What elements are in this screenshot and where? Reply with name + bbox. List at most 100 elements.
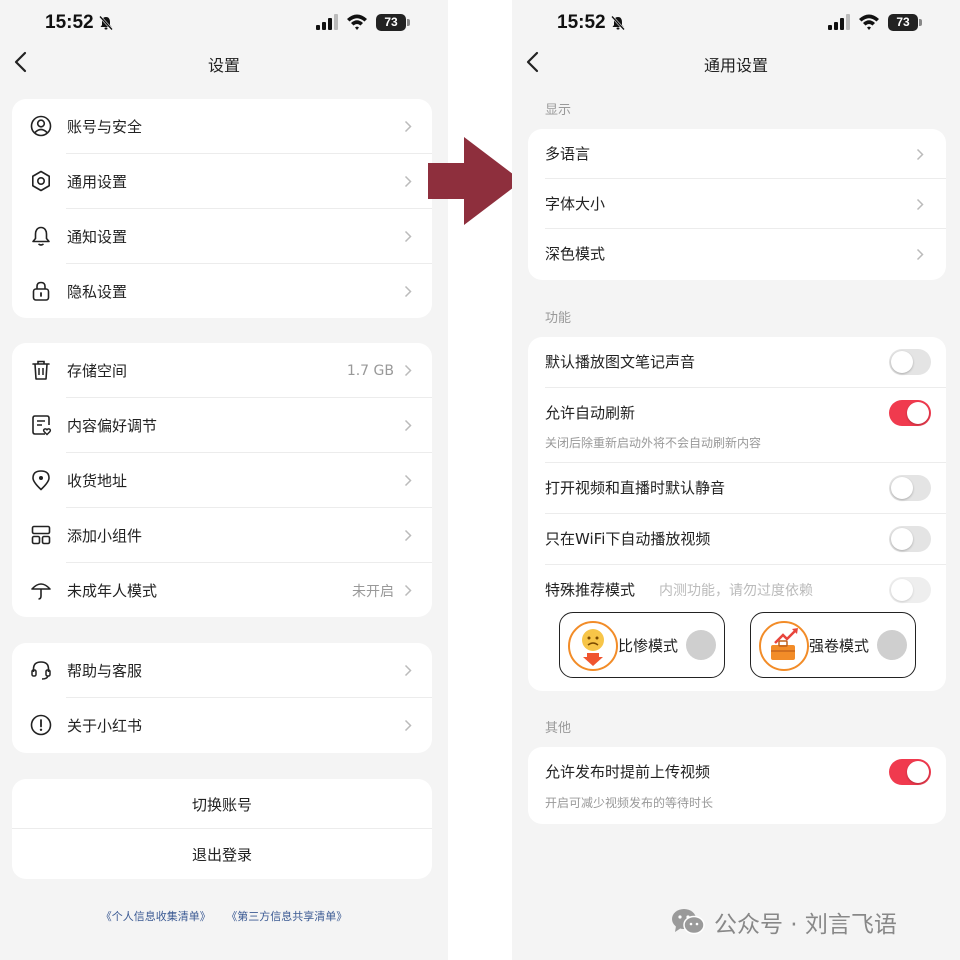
settings-item-label: 添加小组件 — [67, 527, 143, 545]
watermark-text: 公众号 · 刘言飞语 — [714, 912, 897, 938]
display-settings-card: 多语言 字体大小 深色模式 — [528, 129, 946, 280]
auto-refresh-toggle[interactable] — [889, 400, 931, 426]
special-recommend-hint: 内测功能，请勿过度依赖 — [659, 583, 813, 599]
misery-mode-option[interactable]: 比惨模式 — [559, 612, 725, 678]
chevron-right-icon — [404, 664, 412, 677]
settings-item-label: 打开视频和直播时默认静音 — [545, 479, 726, 497]
settings-item-privacy[interactable]: 隐私设置 — [12, 264, 432, 318]
settings-item-help[interactable]: 帮助与客服 — [12, 643, 432, 698]
chevron-right-icon — [404, 120, 412, 133]
bell-mute-icon — [99, 15, 113, 31]
grind-mode-radio[interactable] — [877, 630, 907, 660]
switch-account-button[interactable]: 切换账号 — [12, 779, 432, 829]
chevron-right-icon — [916, 148, 924, 161]
briefcase-up-arrow-icon — [759, 621, 809, 671]
storage-size-value: 1.7 GB — [346, 362, 394, 379]
status-time: 15:52 — [557, 12, 606, 33]
note-sound-toggle[interactable] — [889, 349, 931, 375]
settings-item-label: 通知设置 — [67, 228, 128, 246]
preupload-video-toggle[interactable] — [889, 759, 931, 785]
section-title-function: 功能 — [545, 311, 572, 326]
battery-indicator: 73 — [888, 14, 922, 31]
page-title: 设置 — [207, 56, 240, 75]
chevron-right-icon — [916, 248, 924, 261]
personal-info-list-link[interactable]: 《个人信息收集清单》 — [101, 910, 211, 923]
settings-item-label: 通用设置 — [67, 173, 128, 191]
status-bar: 15:52 73 — [0, 10, 448, 38]
settings-item-label: 隐私设置 — [67, 283, 128, 301]
settings-item-label: 允许发布时提前上传视频 — [545, 763, 711, 781]
wifi-icon — [859, 14, 879, 30]
gear-icon — [31, 170, 50, 192]
settings-item-dark-mode[interactable]: 深色模式 — [528, 229, 946, 279]
preupload-description: 开启可减少视频发布的等待时长 — [545, 796, 714, 810]
user-circle-icon — [30, 115, 52, 137]
settings-item-about[interactable]: 关于小红书 — [12, 698, 432, 753]
settings-item-shipping-address[interactable]: 收货地址 — [12, 453, 432, 508]
help-card: 帮助与客服 关于小红书 — [12, 643, 432, 753]
chevron-right-icon — [404, 719, 412, 732]
auto-refresh-description: 关闭后除重新启动外将不会自动刷新内容 — [545, 436, 762, 450]
settings-item-label: 关于小红书 — [67, 717, 143, 735]
widget-grid-icon — [31, 525, 51, 545]
settings-item-label: 深色模式 — [545, 245, 606, 263]
settings-item-label: 存储空间 — [67, 362, 128, 380]
grind-mode-option[interactable]: 强卷模式 — [750, 612, 916, 678]
third-party-sharing-list-link[interactable]: 《第三方信息共享清单》 — [226, 910, 347, 923]
settings-item-label: 内容偏好调节 — [67, 417, 158, 435]
special-recommend-toggle[interactable] — [889, 577, 931, 603]
settings-item-general[interactable]: 通用设置 — [12, 154, 432, 209]
sad-face-down-arrow-icon — [568, 621, 618, 671]
bell-mute-icon — [611, 15, 625, 31]
settings-item-label: 默认播放图文笔记声音 — [545, 353, 696, 371]
settings-item-language[interactable]: 多语言 — [528, 129, 946, 179]
settings-item-notifications[interactable]: 通知设置 — [12, 209, 432, 264]
status-time: 15:52 — [45, 12, 94, 33]
settings-item-add-widget[interactable]: 添加小组件 — [12, 508, 432, 563]
settings-screen: 15:52 73 设置 账号与安全 通用设置 通知设置 隐私设置 存储空间 1.… — [0, 0, 448, 960]
signal-icon — [828, 14, 850, 30]
settings-item-auto-refresh: 允许自动刷新 关闭后除重新启动外将不会自动刷新内容 — [528, 388, 946, 463]
arrow-right-icon — [428, 137, 522, 225]
battery-indicator: 73 — [376, 14, 410, 31]
settings-item-account-security[interactable]: 账号与安全 — [12, 99, 432, 154]
account-settings-card: 账号与安全 通用设置 通知设置 隐私设置 — [12, 99, 432, 318]
settings-item-label: 特殊推荐模式 — [545, 581, 636, 599]
settings-item-label: 账号与安全 — [67, 118, 143, 136]
settings-item-label: 允许自动刷新 — [545, 404, 636, 422]
wifi-autoplay-toggle[interactable] — [889, 526, 931, 552]
settings-item-default-mute: 打开视频和直播时默认静音 — [528, 463, 946, 514]
page-title: 通用设置 — [703, 56, 768, 75]
content-preference-icon — [32, 415, 52, 436]
info-circle-icon — [30, 714, 52, 736]
chevron-right-icon — [404, 175, 412, 188]
signal-icon — [316, 14, 338, 30]
mode-label: 强卷模式 — [809, 637, 870, 655]
chevron-right-icon — [404, 364, 412, 377]
settings-item-label: 收货地址 — [67, 472, 128, 490]
chevron-right-icon — [404, 285, 412, 298]
settings-item-minor-mode[interactable]: 未成年人模式 未开启 — [12, 563, 432, 617]
footer-links: 《个人信息收集清单》 《第三方信息共享清单》 — [0, 908, 448, 924]
chevron-right-icon — [404, 419, 412, 432]
default-mute-toggle[interactable] — [889, 475, 931, 501]
settings-item-label: 帮助与客服 — [67, 662, 143, 680]
logout-button[interactable]: 退出登录 — [12, 829, 432, 879]
chevron-right-icon — [404, 474, 412, 487]
other-settings-card: 允许发布时提前上传视频 开启可减少视频发布的等待时长 — [528, 747, 946, 824]
chevron-right-icon — [916, 198, 924, 211]
chevron-right-icon — [404, 584, 412, 597]
settings-item-label: 字体大小 — [545, 195, 606, 213]
nav-bar: 通用设置 — [512, 46, 960, 78]
mode-label: 比惨模式 — [618, 637, 679, 655]
chevron-right-icon — [404, 230, 412, 243]
settings-item-content-preference[interactable]: 内容偏好调节 — [12, 398, 432, 453]
settings-item-note-sound: 默认播放图文笔记声音 — [528, 337, 946, 388]
misery-mode-radio[interactable] — [686, 630, 716, 660]
content-settings-card: 存储空间 1.7 GB 内容偏好调节 收货地址 添加小组件 未成年人模式 未开启 — [12, 343, 432, 617]
settings-item-storage[interactable]: 存储空间 1.7 GB — [12, 343, 432, 398]
settings-item-font-size[interactable]: 字体大小 — [528, 179, 946, 229]
minor-mode-status: 未开启 — [352, 583, 394, 600]
location-pin-icon — [32, 470, 50, 491]
account-actions-card: 切换账号 退出登录 — [12, 779, 432, 879]
